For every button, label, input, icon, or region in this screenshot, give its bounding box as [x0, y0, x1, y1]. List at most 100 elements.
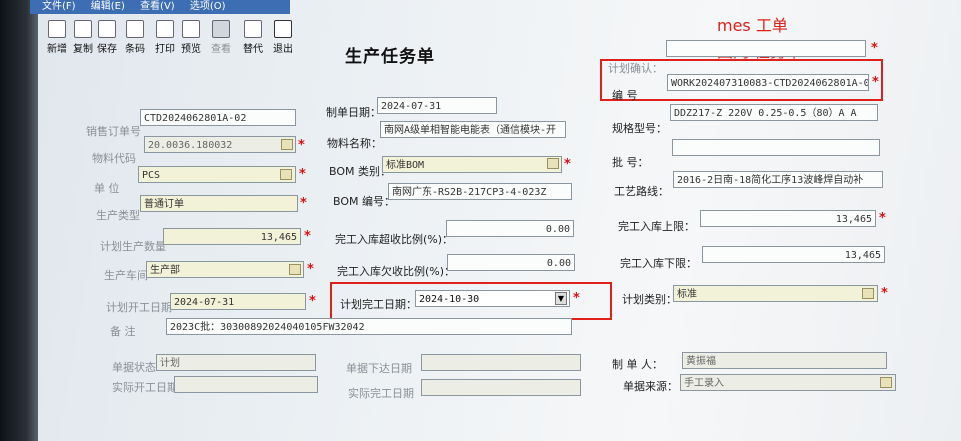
lookup-icon[interactable] [280, 169, 292, 180]
batch-label: 批 号： [612, 156, 649, 169]
preview-icon [182, 20, 200, 38]
material-code-field[interactable]: 20.0036.180032 [144, 136, 296, 153]
lower-limit-label: 完工入库下限： [620, 257, 697, 270]
printer-icon [156, 20, 174, 38]
plan-start-field[interactable]: 2024-07-31 [170, 293, 306, 310]
required-mark: * [307, 262, 314, 277]
issue-date-label: 单据下达日期 [346, 362, 412, 375]
bom-type-field[interactable]: 标准BOM [382, 156, 562, 173]
lookup-icon[interactable] [289, 264, 301, 275]
bom-no-label: BOM 编号： [333, 195, 395, 208]
menu-bar: 文件(F) 编辑(E) 查看(V) 选项(O) [30, 0, 290, 14]
lookup-icon[interactable] [547, 158, 559, 169]
required-mark: * [298, 138, 305, 153]
actual-finish-label: 实际完工日期 [348, 387, 414, 400]
form-title: 生产任务单 [345, 47, 435, 67]
prod-type-field[interactable]: 普通订单 [140, 195, 298, 212]
menu-edit[interactable]: 编辑(E) [91, 1, 125, 12]
workshop-label: 生产车间 [104, 269, 148, 282]
menu-options[interactable]: 选项(O) [190, 1, 226, 12]
required-mark: * [300, 196, 307, 211]
barcode-icon [126, 20, 144, 38]
batch-field[interactable] [672, 139, 880, 156]
required-mark: * [872, 75, 879, 90]
actual-finish-field [421, 379, 581, 396]
route-label: 工艺路线： [614, 185, 669, 198]
required-mark: * [309, 294, 316, 309]
plan-category-field[interactable]: 标准 [673, 285, 878, 302]
short-ratio-field[interactable]: 0.00 [447, 254, 575, 271]
material-name-field[interactable]: 南网A级单相智能电能表（通信模块-开 [380, 121, 566, 138]
bom-no-field[interactable]: 南网广东-RS2B-217CP3-4-023Z [388, 183, 572, 200]
remark-label: 备 注 [110, 325, 136, 338]
replace-icon [244, 20, 262, 38]
new-icon [48, 20, 66, 38]
maker-field: 黄振福 [682, 352, 887, 369]
spec-label: 规格型号： [612, 122, 667, 135]
annotation-mes: mes 工单 [717, 16, 788, 35]
replace-button[interactable]: 替代 [238, 14, 268, 58]
exit-button[interactable]: 退出 [268, 14, 298, 58]
required-mark: * [871, 41, 878, 56]
view-button[interactable]: 查看 [206, 14, 236, 58]
plan-category-label: 计划类别： [622, 293, 677, 306]
actual-start-field [174, 376, 318, 393]
menu-file[interactable]: 文件(F) [42, 1, 76, 12]
short-ratio-label: 完工入库欠收比例(%)： [337, 265, 456, 278]
source-label: 单据来源： [623, 380, 678, 393]
sales-order-label: 销售订单号 [86, 125, 141, 138]
issue-date-field [421, 354, 581, 371]
make-date-label: 制单日期： [326, 106, 381, 119]
make-date-field[interactable]: 2024-07-31 [377, 97, 497, 114]
lookup-icon[interactable] [862, 288, 874, 299]
plan-start-label: 计划开工日期 [106, 301, 172, 314]
required-mark: * [881, 286, 888, 301]
remark-field[interactable]: 2023C批：30300892024040105FW32042 [166, 318, 572, 335]
view-icon [212, 20, 230, 38]
plan-qty-field[interactable]: 13,465 [163, 228, 301, 245]
copy-icon [74, 20, 92, 38]
unit-field[interactable]: PCS [138, 166, 296, 183]
prod-type-label: 生产类型 [96, 209, 140, 222]
plan-qty-label: 计划生产数量 [100, 240, 166, 253]
spec-field[interactable]: DDZ217-Z 220V 0.25-0.5（80）A A [670, 104, 878, 121]
maker-label: 制 单 人： [612, 358, 663, 371]
upper-limit-field[interactable]: 13,465 [700, 210, 876, 227]
plan-confirm-field[interactable] [666, 40, 866, 57]
over-ratio-field[interactable]: 0.00 [446, 220, 574, 237]
unit-label: 单 位 [94, 182, 120, 195]
chevron-down-icon[interactable]: ▼ [555, 292, 567, 305]
over-ratio-label: 完工入库超收比例(%)： [335, 233, 454, 246]
code-field[interactable]: WORK202407310083-CTD2024062801A-0 [667, 74, 869, 91]
route-field[interactable]: 2016-2日南-18简化工序13波峰焊自动补 [673, 171, 883, 188]
save-icon [98, 20, 116, 38]
required-mark: * [564, 157, 571, 172]
material-code-label: 物料代码 [92, 152, 136, 165]
code-label: 编 号 [612, 89, 638, 102]
plan-finish-label: 计划完工日期： [340, 298, 417, 311]
actual-start-label: 实际开工日期 [112, 381, 178, 394]
save-button[interactable]: 保存 [92, 14, 122, 58]
exit-icon [274, 20, 292, 38]
erp-window: 文件(F) 编辑(E) 查看(V) 选项(O) 新增 复制 保存 条码 打印 预… [0, 0, 961, 441]
preview-button[interactable]: 预览 [176, 14, 206, 58]
barcode-button[interactable]: 条码 [120, 14, 150, 58]
screen-bezel [0, 0, 38, 441]
upper-limit-label: 完工入库上限： [618, 220, 695, 233]
menu-view[interactable]: 查看(V) [140, 1, 175, 12]
lookup-icon[interactable] [281, 139, 293, 150]
workshop-field[interactable]: 生产部 [146, 261, 304, 278]
required-mark: * [299, 167, 306, 182]
source-field[interactable]: 手工录入 [680, 374, 896, 391]
plan-finish-field[interactable]: 2024-10-30 [415, 290, 570, 307]
doc-status-field: 计划 [156, 354, 316, 371]
material-name-label: 物料名称： [327, 137, 382, 150]
toolbar: 新增 复制 保存 条码 打印 预览 查看 替代 退出 [40, 14, 380, 58]
lower-limit-field[interactable]: 13,465 [702, 246, 885, 263]
required-mark: * [573, 291, 580, 306]
required-mark: * [879, 211, 886, 226]
sales-order-field[interactable]: CTD2024062801A-02 [140, 109, 296, 126]
doc-status-label: 单据状态 [112, 361, 156, 374]
required-mark: * [304, 229, 311, 244]
lookup-icon[interactable] [880, 377, 892, 388]
